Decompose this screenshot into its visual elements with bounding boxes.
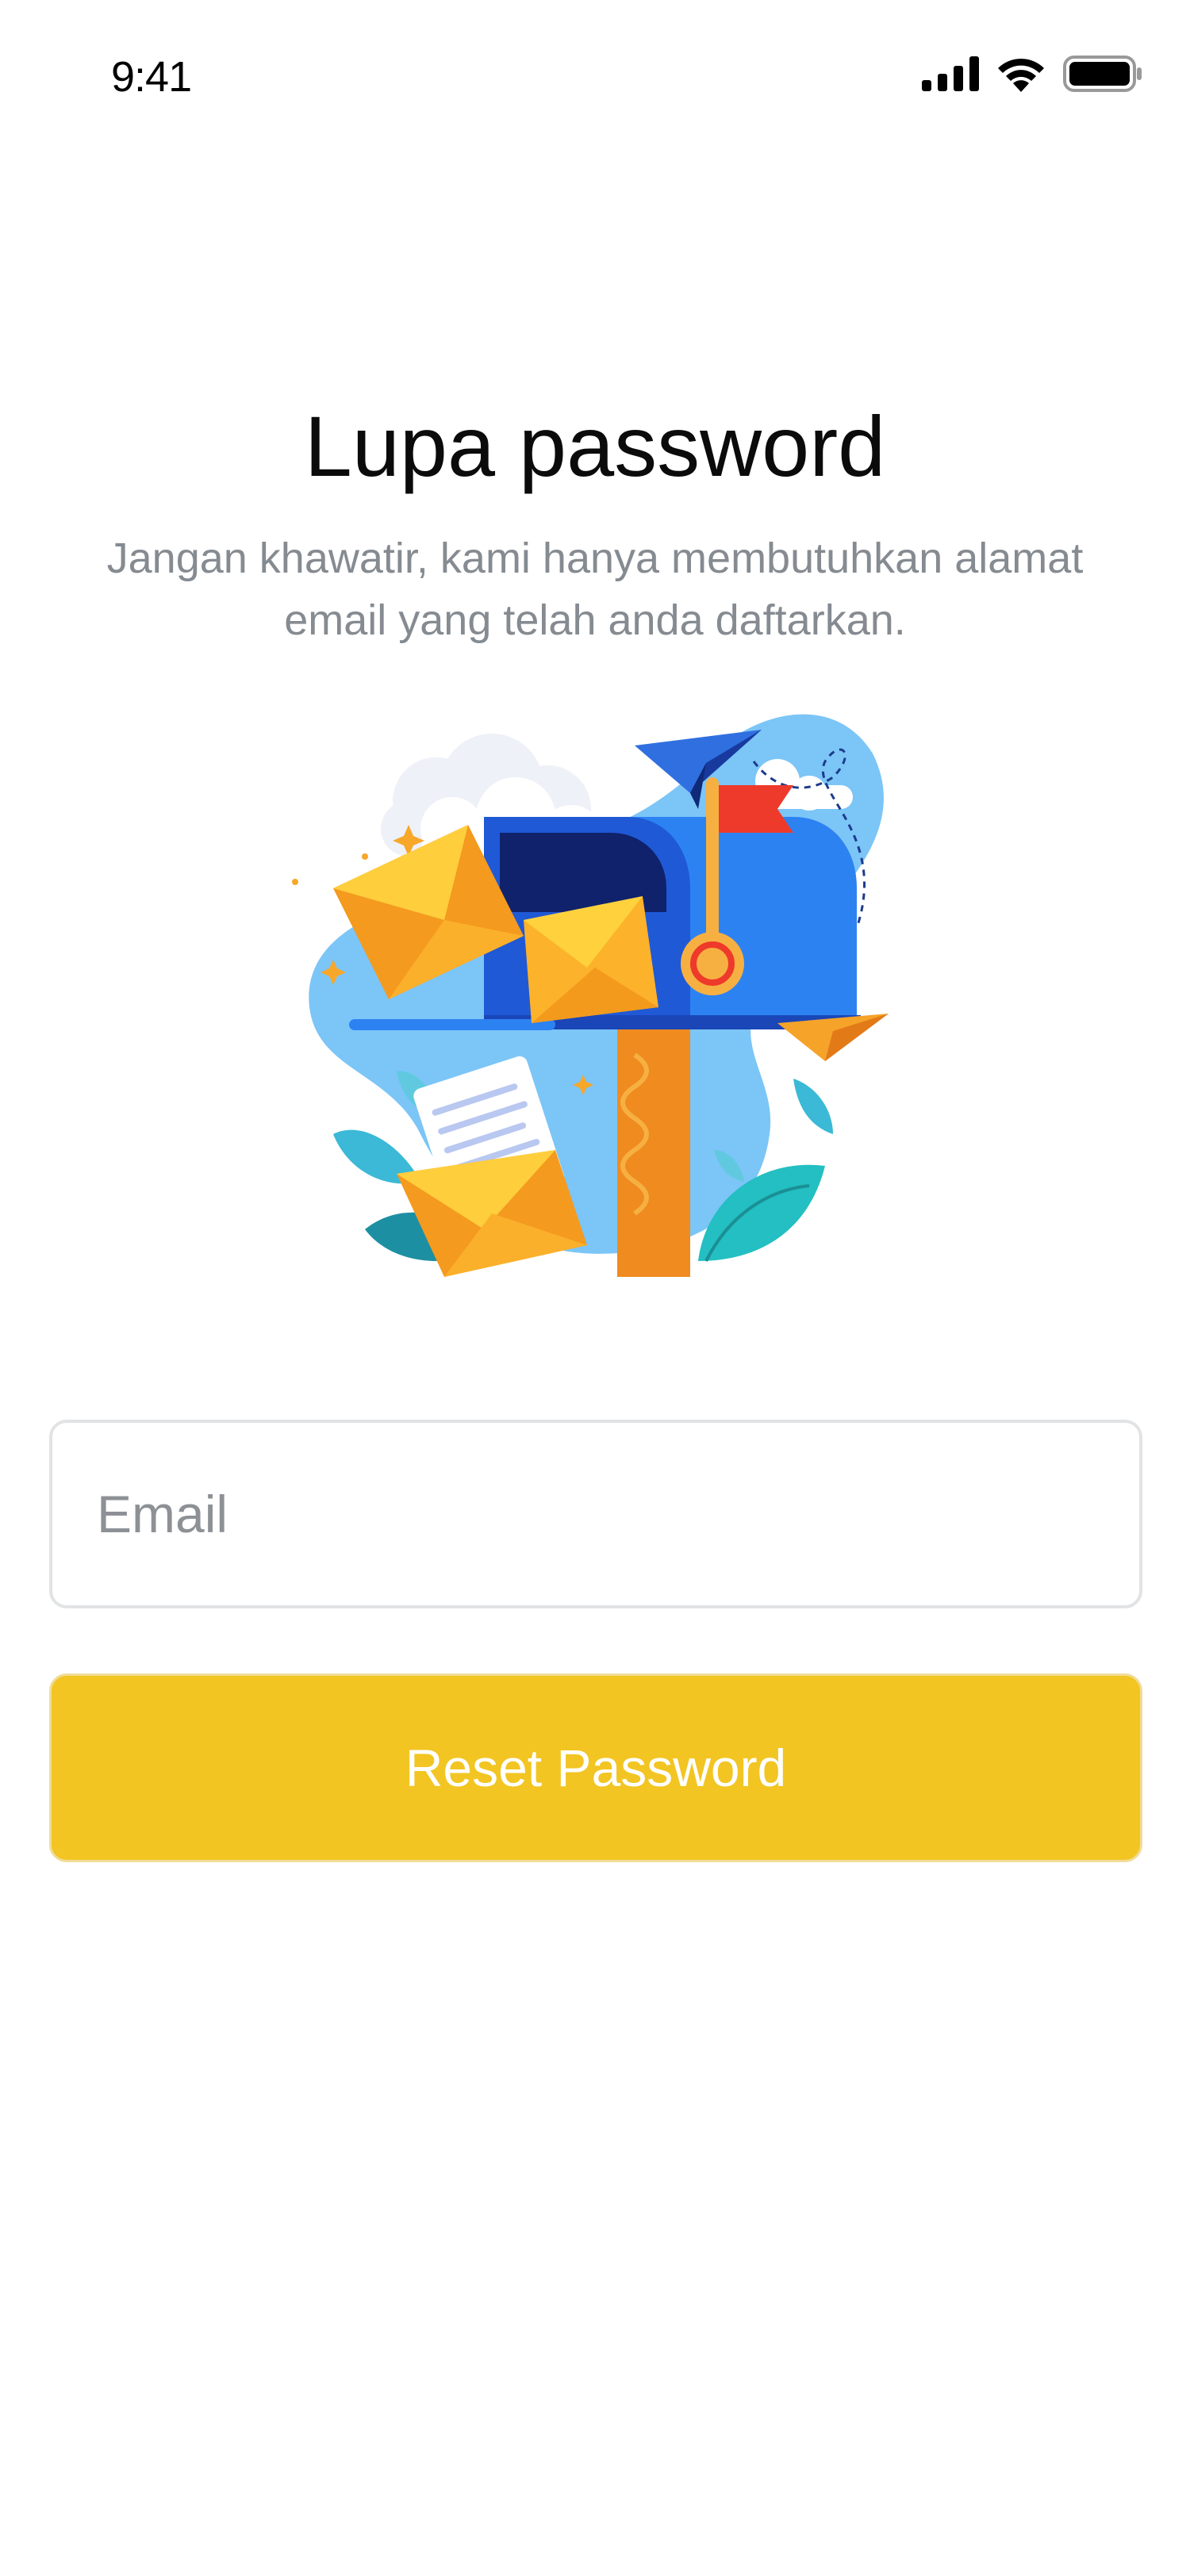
forgot-password-screen: 9:41 Lupa password Jangan khawatir, kami…	[0, 0, 1190, 2576]
status-icons	[922, 52, 1142, 95]
signal-icon	[922, 56, 979, 91]
mailbox-illustration	[286, 706, 904, 1301]
wifi-icon	[996, 56, 1046, 92]
page-title: Lupa password	[304, 398, 886, 494]
reset-password-button[interactable]: Reset Password	[49, 1673, 1142, 1862]
page-subtitle: Jangan khawatir, kami hanya membutuhkan …	[79, 527, 1111, 651]
status-bar: 9:41	[0, 0, 1190, 151]
status-time: 9:41	[111, 53, 192, 101]
email-field[interactable]	[49, 1420, 1142, 1608]
subtitle-line-1: Jangan khawatir, kami hanya membutuhkan …	[106, 535, 1084, 582]
battery-icon	[1063, 56, 1142, 92]
subtitle-line-2: email yang telah anda daftarkan.	[284, 596, 906, 644]
